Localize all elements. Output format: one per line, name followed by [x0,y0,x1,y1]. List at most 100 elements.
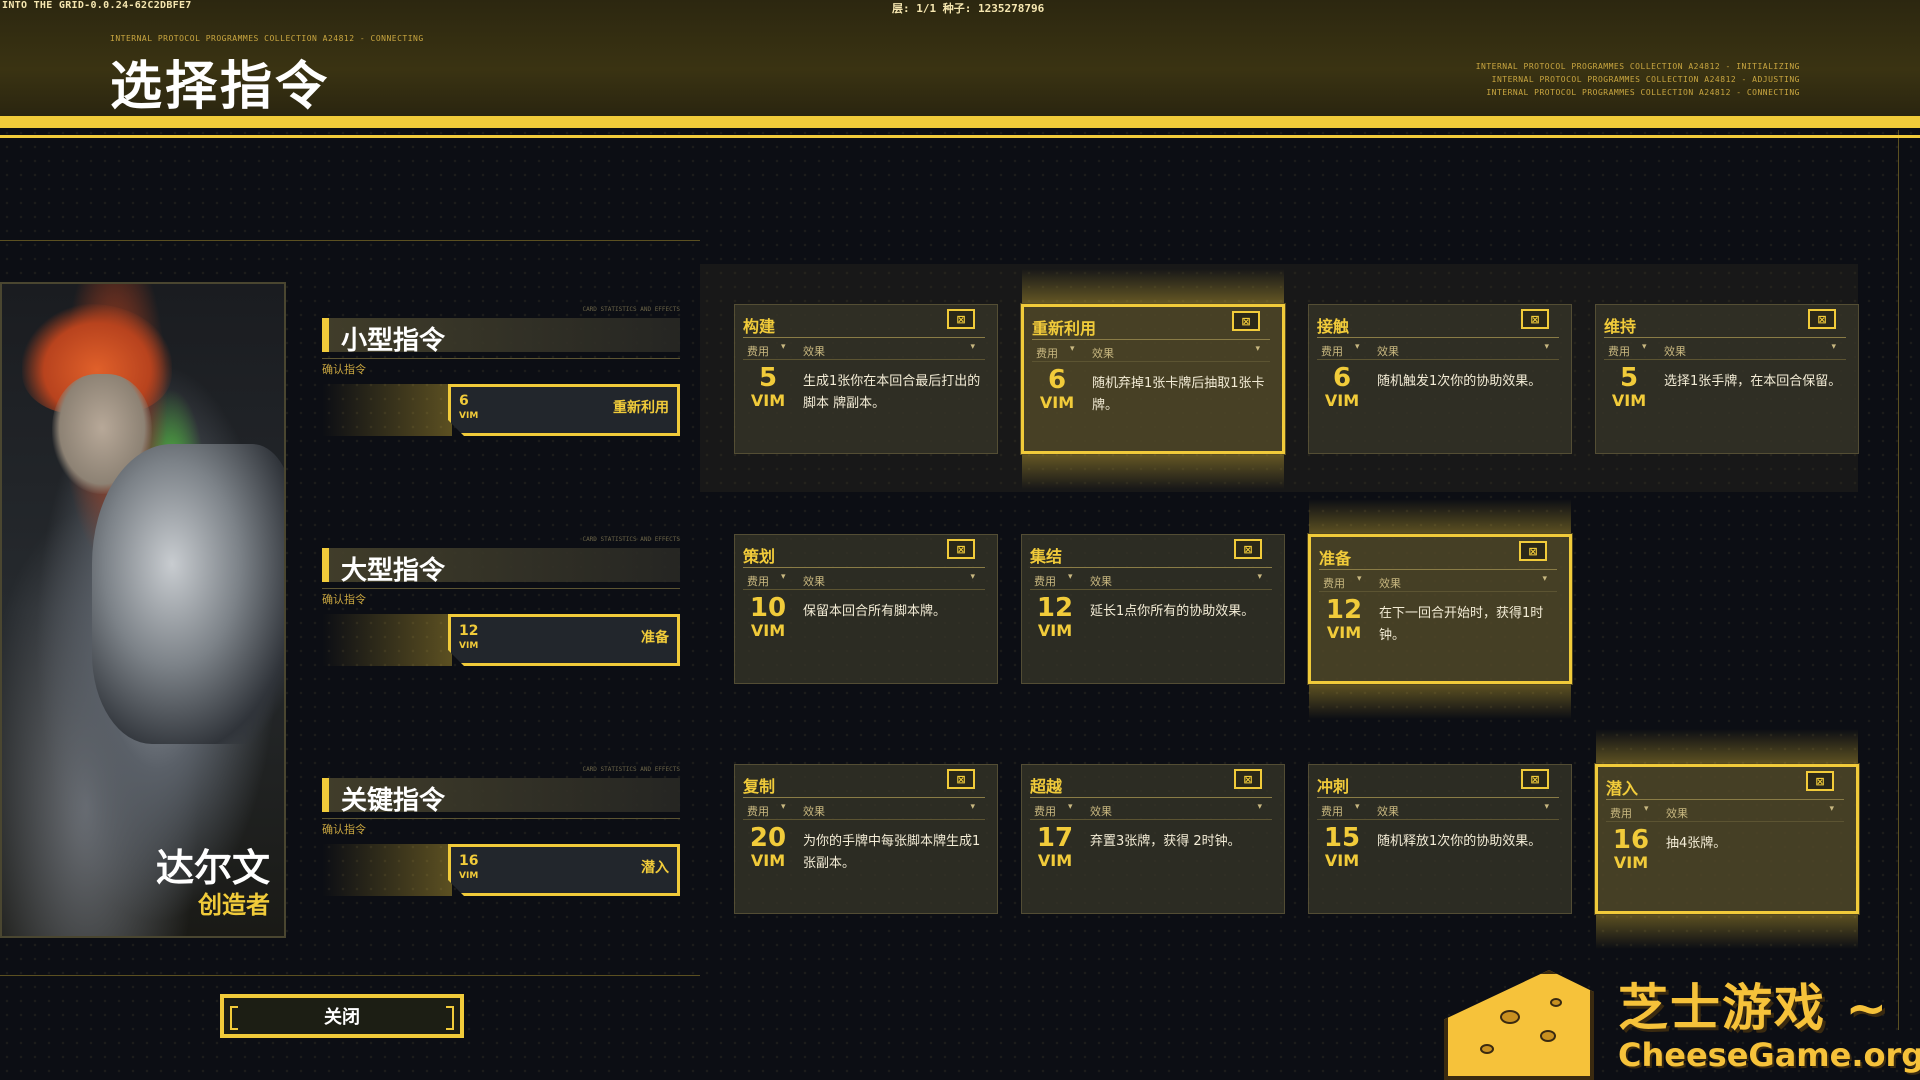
card-effect: 生成1张你在本回合最后打出的脚本 牌副本。 [803,374,981,411]
card-divider [743,797,985,798]
slot-unit: VIM [459,411,479,421]
card-effect-header: 效果 [1379,577,1401,590]
command-card[interactable]: 集结 ⊠ 费用 ▾ 效果 ▾ 12 VIM 延长1点你所有的协助效果。 [1021,534,1285,684]
card-cost: 5 [758,363,778,393]
cheese-hole [1480,1044,1494,1054]
card-cost: 15 [1323,823,1361,853]
card-effect-header: 效果 [803,345,825,358]
command-card[interactable]: 维持 ⊠ 费用 ▾ 效果 ▾ 5 VIM 选择1张手牌，在本回合保留。 [1595,304,1859,454]
selected-slot-large[interactable]: 12 VIM 准备 [322,614,680,666]
card-cost-unit: VIM [1037,851,1073,870]
card-cost-unit: VIM [1324,391,1360,410]
chevron-down-icon: ▾ [1542,574,1547,584]
selected-slot-key[interactable]: 16 VIM 潜入 [322,844,680,896]
card-cost-header: 费用 [1321,805,1343,818]
card-cost: 16 [1612,825,1650,855]
command-card[interactable]: 超越 ⊠ 费用 ▾ 效果 ▾ 17 VIM 弃置3张牌，获得 2时钟。 [1021,764,1285,914]
category-meta: CARD STATISTICS AND EFFECTS [582,536,680,543]
command-card[interactable]: 冲刺 ⊠ 费用 ▾ 效果 ▾ 15 VIM 随机释放1次你的协助效果。 [1308,764,1572,914]
card-effect-header: 效果 [1092,347,1114,360]
card-divider [1317,337,1559,338]
chevron-down-icon: ▾ [1070,344,1075,354]
category-subtitle: 确认指令 [322,818,680,837]
cheese-hole [1500,1010,1520,1024]
card-type-icon: ⊠ [1519,541,1547,561]
card-divider [1317,359,1559,360]
card-effect: 随机释放1次你的协助效果。 [1377,834,1542,849]
card-effect: 延长1点你所有的协助效果。 [1090,604,1255,619]
slot-glow [322,844,452,896]
watermark-logo: 芝士游戏 ~ CheeseGame.org [1440,960,1920,1080]
card-name: 超越 [1030,777,1063,796]
category-header: 关键指令 [322,778,680,816]
card-divider [1319,569,1557,570]
slot-glow [322,384,452,436]
card-divider [1032,339,1270,340]
portrait-armor [92,444,284,744]
card-effect-header: 效果 [1090,575,1112,588]
command-card[interactable]: 策划 ⊠ 费用 ▾ 效果 ▾ 10 VIM 保留本回合所有脚本牌。 [734,534,998,684]
command-card[interactable]: 潜入 ⊠ 费用 ▾ 效果 ▾ 16 VIM 抽4张牌。 [1595,729,1859,949]
cheese-hole [1540,1030,1556,1042]
card-cost-header: 费用 [747,345,769,358]
command-card[interactable]: 接触 ⊠ 费用 ▾ 效果 ▾ 6 VIM 随机触发1次你的协助效果。 [1308,304,1572,454]
slot-unit: VIM [459,641,479,651]
card-cost-header: 费用 [1608,345,1630,358]
command-card[interactable]: 重新利用 ⊠ 费用 ▾ 效果 ▾ 6 VIM 随机弃掉1张卡牌后抽取1张卡牌。 [1021,269,1285,489]
card-type-icon: ⊠ [947,539,975,559]
category-title: 小型指令 [341,326,446,356]
card-cost-unit: VIM [750,621,786,640]
card-divider [1606,821,1844,822]
chevron-down-icon: ▾ [781,802,786,812]
close-button[interactable]: 关闭 [220,994,464,1038]
card-name: 重新利用 [1032,319,1097,338]
card-effect: 随机弃掉1张卡牌后抽取1张卡牌。 [1092,376,1265,413]
selection-beam [1022,455,1284,489]
chevron-down-icon: ▾ [781,342,786,352]
chevron-down-icon: ▾ [970,342,975,352]
card-cost-header: 费用 [1610,807,1632,820]
protocol-status: INTERNAL PROTOCOL PROGRAMMES COLLECTION … [110,34,424,43]
card-type-icon: ⊠ [1521,769,1549,789]
cheese-icon [1444,970,1594,1080]
protocol-log-line: INTERNAL PROTOCOL PROGRAMMES COLLECTION … [1486,88,1800,97]
frame-divider [0,975,700,976]
card-name: 策划 [743,547,776,566]
card-cost-header: 费用 [1034,575,1056,588]
chevron-down-icon: ▾ [1257,572,1262,582]
protocol-log-line: INTERNAL PROTOCOL PROGRAMMES COLLECTION … [1491,75,1800,84]
slot-name: 重新利用 [613,400,669,416]
chevron-down-icon: ▾ [781,572,786,582]
card-effect-header: 效果 [1377,805,1399,818]
slot-cost: 16 [459,853,479,869]
card-divider [743,337,985,338]
card-effect: 随机触发1次你的协助效果。 [1377,374,1542,389]
character-name: 达尔文 [155,846,270,890]
character-role: 创造者 [198,891,270,919]
card-divider [743,589,985,590]
selected-slot-small[interactable]: 6 VIM 重新利用 [322,384,680,436]
card-divider [1604,359,1846,360]
selection-beam [1596,729,1858,763]
command-card[interactable]: 构建 ⊠ 费用 ▾ 效果 ▾ 5 VIM 生成1张你在本回合最后打出的脚本 牌副本。 [734,304,998,454]
card-type-icon: ⊠ [1232,311,1260,331]
card-cost-unit: VIM [750,851,786,870]
card-divider [1030,797,1272,798]
card-cost: 12 [1036,593,1074,623]
card-cost-unit: VIM [1324,851,1360,870]
chevron-down-icon: ▾ [1257,802,1262,812]
card-divider [1604,337,1846,338]
command-card[interactable]: 复制 ⊠ 费用 ▾ 效果 ▾ 20 VIM 为你的手牌中每张脚本牌生成1张副本。 [734,764,998,914]
selection-beam [1022,269,1284,303]
command-card[interactable]: 准备 ⊠ 费用 ▾ 效果 ▾ 12 VIM 在下一回合开始时，获得1时钟。 [1308,499,1572,719]
card-cost: 5 [1619,363,1639,393]
chevron-down-icon: ▾ [1068,572,1073,582]
watermark-cn: 芝士游戏 ~ [1618,979,1890,1037]
card-cost: 6 [1332,363,1352,393]
card-name: 集结 [1030,547,1063,566]
category-header: 小型指令 [322,318,680,356]
chevron-down-icon: ▾ [1544,802,1549,812]
selection-beam [1309,499,1571,533]
card-type-icon: ⊠ [947,769,975,789]
card-divider [743,359,985,360]
